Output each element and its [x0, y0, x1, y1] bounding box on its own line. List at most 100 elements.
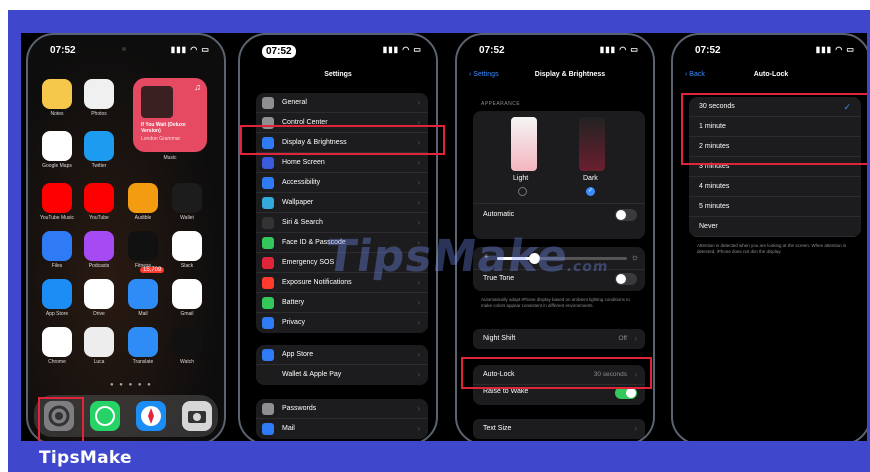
article-image-frame: 07:52 ▮▮▮ ◠ ▭ Notes Photos Google Maps Twit… — [8, 10, 870, 472]
page-title: Display & Brightness — [534, 71, 606, 78]
settings-row-wallet-apple-pay[interactable]: Wallet & Apple Pay › — [256, 365, 428, 385]
gmail-icon[interactable] — [172, 279, 202, 309]
status-bar: 07:52 ▮▮▮ ◠ ▭ — [673, 45, 867, 59]
settings-row-passwords[interactable]: Passwords › — [256, 399, 428, 419]
automatic-label: Automatic — [483, 211, 515, 218]
watermark: TipsMake.com — [322, 231, 613, 282]
youtube-icon[interactable] — [84, 183, 114, 213]
watch-icon[interactable] — [172, 327, 202, 357]
settings-row-home-screen[interactable]: Home Screen › — [256, 153, 428, 173]
chevron-right-icon: › — [417, 178, 420, 187]
music-note-icon: ♫ — [194, 82, 201, 92]
app-label: YouTube Music — [39, 215, 75, 221]
chevron-right-icon: › — [417, 98, 420, 107]
option-label: Never — [699, 223, 718, 230]
drive-icon[interactable] — [84, 279, 114, 309]
settings-row-battery[interactable]: Battery › — [256, 293, 428, 313]
settings-row-siri-search[interactable]: Siri & Search › — [256, 213, 428, 233]
twitter-icon[interactable] — [84, 131, 114, 161]
chevron-right-icon: › — [417, 404, 420, 413]
app-label: Podcasts — [88, 263, 110, 269]
podcasts-icon[interactable] — [84, 231, 114, 261]
settings-row-general[interactable]: General › — [256, 93, 428, 113]
light-preview[interactable] — [511, 117, 537, 171]
dark-radio-checked[interactable]: ✓ — [586, 187, 595, 196]
nav-bar: ‹ Settings Display & Brightness — [457, 71, 653, 85]
text-size-row[interactable]: Text Size › — [473, 419, 645, 439]
camera-icon[interactable] — [182, 401, 212, 431]
true-tone-toggle[interactable] — [615, 273, 637, 285]
light-radio[interactable] — [518, 187, 527, 196]
slack-icon[interactable] — [172, 231, 202, 261]
widget-label: Music — [163, 155, 177, 161]
footer-bar: TipsMake — [21, 441, 867, 472]
highlight-lock-options — [681, 93, 867, 165]
safari-icon[interactable] — [136, 401, 166, 431]
settings-row-privacy[interactable]: Privacy › — [256, 313, 428, 333]
back-label: Settings — [473, 71, 499, 78]
settings-row-label: Passwords — [282, 405, 317, 412]
auto-lock-option[interactable]: 4 minutes — [689, 177, 861, 197]
dark-preview[interactable] — [579, 117, 605, 171]
audible-icon[interactable] — [128, 183, 158, 213]
back-button[interactable]: ‹ Back — [685, 71, 705, 78]
night-shift-value: Off — [618, 335, 627, 342]
wallet-icon[interactable] — [172, 183, 202, 213]
status-bar: 07:52 ▮▮▮ ◠ ▭ — [28, 45, 224, 59]
fitness-icon[interactable] — [128, 231, 158, 261]
auto-lock-option[interactable]: Never — [689, 217, 861, 237]
files-icon[interactable] — [42, 231, 72, 261]
auto-lock-option[interactable]: 5 minutes — [689, 197, 861, 217]
music-widget[interactable]: ♫ If You Wait (Deluxe Version) London Gr… — [133, 78, 207, 152]
chrome-icon[interactable] — [42, 327, 72, 357]
app-label: Mail — [138, 311, 148, 317]
screenshot-composite: 07:52 ▮▮▮ ◠ ▭ Notes Photos Google Maps Twit… — [21, 33, 867, 441]
watermark-text: TipsMake — [322, 231, 572, 282]
true-tone-note: Automatically adapt iPhone display based… — [481, 297, 630, 308]
settings-row-accessibility[interactable]: Accessibility › — [256, 173, 428, 193]
home-screen-icon — [262, 157, 274, 169]
app-label: Files — [51, 263, 63, 269]
settings-row-wallpaper[interactable]: Wallpaper › — [256, 193, 428, 213]
settings-row-mail[interactable]: Mail › — [256, 419, 428, 439]
app-label: Audible — [134, 215, 152, 221]
appearance-section-label: APPEARANCE — [481, 101, 521, 107]
app-store-icon[interactable] — [42, 279, 72, 309]
settings-row-app-store[interactable]: App Store › — [256, 345, 428, 365]
app-label: Photos — [91, 111, 107, 117]
youtube-music-icon[interactable] — [42, 183, 72, 213]
settings-row-label: Privacy — [282, 319, 305, 326]
camera-notch — [122, 47, 126, 51]
signal-wifi-battery-icons: ▮▮▮ ◠ ▭ — [170, 45, 210, 54]
app-label: Google Maps — [42, 163, 72, 169]
settings-row-label: Accessibility — [282, 179, 321, 186]
settings-row-label: Home Screen — [282, 159, 325, 166]
accessibility-icon — [262, 177, 274, 189]
chevron-right-icon: › — [634, 334, 637, 343]
page-title: Auto-Lock — [753, 71, 789, 78]
google-maps-icon[interactable] — [42, 131, 72, 161]
luca-icon[interactable] — [84, 327, 114, 357]
app-label: Wallet — [180, 215, 194, 221]
photos-icon[interactable] — [84, 79, 114, 109]
app-label: Watch — [180, 359, 194, 365]
automatic-toggle[interactable] — [615, 209, 637, 221]
notes-icon[interactable] — [42, 79, 72, 109]
light-label: Light — [513, 175, 529, 182]
back-button[interactable]: ‹ Settings — [469, 71, 499, 78]
option-label: 4 minutes — [699, 183, 730, 190]
app-label: Luca — [93, 359, 105, 365]
highlight-display-brightness — [240, 125, 445, 155]
settings-row-label: Siri & Search — [282, 219, 323, 226]
settings-group-store: App Store › Wallet & Apple Pay › — [256, 345, 428, 385]
chevron-right-icon: › — [417, 218, 420, 227]
highlight-auto-lock — [461, 357, 652, 389]
translate-icon[interactable] — [128, 327, 158, 357]
settings-row-label: General — [282, 99, 307, 106]
app-label: App Store — [45, 311, 69, 317]
whatsapp-icon[interactable] — [90, 401, 120, 431]
mail-icon[interactable] — [128, 279, 158, 309]
battery-icon — [262, 297, 274, 309]
dark-label: Dark — [583, 175, 598, 182]
night-shift-row[interactable]: Night Shift Off › — [473, 329, 645, 349]
